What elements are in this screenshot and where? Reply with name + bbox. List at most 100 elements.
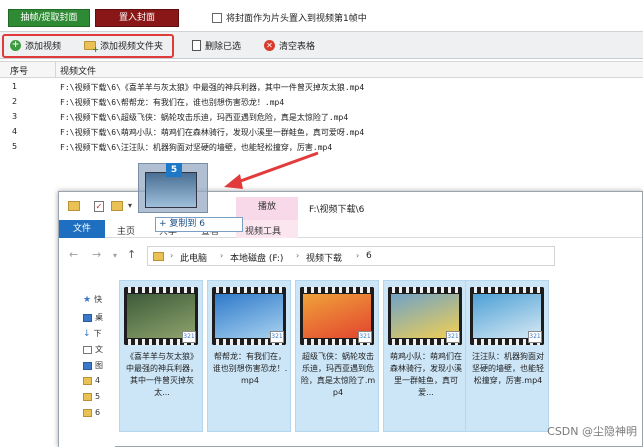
table-row[interactable]: 2 F:\视频下载\6\帮帮龙：有我们在，谁也别想伤害恐龙！.mp4 <box>0 95 643 110</box>
file-name: 帮帮龙：有我们在，谁也别想伤害恐龙！.mp4 <box>212 352 288 385</box>
nav-item-documents[interactable]: 文 <box>83 344 103 355</box>
column-header-no[interactable]: 序号 <box>10 64 28 77</box>
delete-doc-icon <box>192 40 201 51</box>
delete-selected-button[interactable]: 删除已选 <box>192 39 241 52</box>
breadcrumb-separator-icon[interactable]: › <box>170 251 173 260</box>
file-tile[interactable]: 321 汪汪队：机器狗面对坚硬的墙壁，也能轻松撞穿，厉害.mp4 <box>465 280 549 432</box>
file-name: 汪汪队：机器狗面对坚硬的墙壁，也能轻松撞穿，厉害.mp4 <box>472 352 544 385</box>
breadcrumb-separator-icon[interactable]: › <box>220 251 223 260</box>
mp4-file-icon: 321 <box>528 331 542 343</box>
add-video-folder-button[interactable]: 添加视频文件夹 <box>84 39 163 54</box>
copy-to-tooltip: + 复制到 6 <box>155 217 243 232</box>
address-row: ← → ▾ ↑ › 此电脑 › 本地磁盘 (F:) › 视频下载 › 6 <box>59 242 642 270</box>
mp4-file-icon: 321 <box>446 331 460 343</box>
file-tile[interactable]: 321 《喜羊羊与灰太狼》中最强的神兵利器，其中一件曾灭掉灰太... <box>119 280 203 432</box>
add-video-label: 添加视频 <box>25 42 62 52</box>
film-strip <box>124 287 198 293</box>
tab-file[interactable]: 文件 <box>59 220 105 238</box>
insert-cover-button[interactable]: 置入封面 <box>95 9 179 27</box>
window-title: F:\视频下载\6 <box>309 205 365 215</box>
video-thumbnail: 321 <box>470 287 544 345</box>
table-row[interactable]: 1 F:\视频下载\6\《喜羊羊与灰太狼》中最强的神兵利器，其中一件曾灭掉灰太狼… <box>0 80 643 95</box>
desktop-icon <box>83 313 92 322</box>
properties-icon[interactable]: ✓ <box>94 201 104 212</box>
nav-item-folder-6[interactable]: 6 <box>83 408 100 417</box>
picture-icon <box>83 361 92 370</box>
column-divider[interactable] <box>55 62 56 78</box>
cover-as-first-frame-label: 将封面作为片头置入到视频第1帧中 <box>226 14 367 24</box>
breadcrumb-this-pc[interactable]: 此电脑 <box>180 251 207 264</box>
tab-home[interactable]: 主页 <box>117 224 135 237</box>
cover-as-first-frame-checkbox[interactable] <box>212 12 222 23</box>
add-icon: + <box>10 40 21 51</box>
breadcrumb-drive[interactable]: 本地磁盘 (F:) <box>230 251 283 264</box>
watermark: CSDN @尘隐神明 <box>547 425 637 438</box>
new-folder-icon[interactable] <box>111 201 123 211</box>
row-number: 5 <box>12 142 18 151</box>
row-number: 2 <box>12 97 18 106</box>
back-arrow-icon[interactable]: ← <box>69 248 78 261</box>
folder-icon <box>83 376 92 385</box>
film-strip <box>300 287 374 293</box>
breadcrumb-video-downloads[interactable]: 视频下载 <box>306 251 342 264</box>
file-name: 超级飞侠：蜗轮攻击乐迪，玛西亚遇到危险，真是太惊险了.mp4 <box>300 352 376 397</box>
nav-item-downloads[interactable]: ↓ 下 <box>83 328 102 339</box>
mp4-file-icon: 321 <box>358 331 372 343</box>
film-strip <box>212 287 286 293</box>
nav-label: 桌 <box>95 313 103 322</box>
nav-item-pictures[interactable]: 图 <box>83 360 103 371</box>
file-tile[interactable]: 321 萌鸡小队：萌鸡们在森林骑行，发现小溪里一群鲑鱼，真可爱... <box>383 280 467 432</box>
nav-item-quick-access[interactable]: ★ 快 <box>83 294 102 305</box>
video-thumbnail: 321 <box>124 287 198 345</box>
nav-label: 5 <box>95 392 101 401</box>
top-bar: 抽帧/提取封面 置入封面 将封面作为片头置入到视频第1帧中 <box>0 0 643 30</box>
star-icon: ★ <box>83 294 92 305</box>
table-row[interactable]: 4 F:\视频下载\6\萌鸡小队：萌鸡们在森林骑行，发现小溪里一群鲑鱼，真可爱呀… <box>0 125 643 140</box>
table-header: 序号 视频文件 <box>0 62 643 78</box>
delete-selected-label: 删除已选 <box>205 42 242 52</box>
file-name: 《喜羊羊与灰太狼》中最强的神兵利器，其中一件曾灭掉灰太... <box>126 352 198 397</box>
clear-icon: ✕ <box>264 40 275 51</box>
row-number: 1 <box>12 82 18 91</box>
file-tile[interactable]: 321 超级飞侠：蜗轮攻击乐迪，玛西亚遇到危险，真是太惊险了.mp4 <box>295 280 379 432</box>
nav-label: 图 <box>95 361 103 370</box>
cover-as-first-frame-option[interactable]: 将封面作为片头置入到视频第1帧中 <box>212 11 367 24</box>
play-context-tab[interactable]: 播放 <box>236 197 298 220</box>
ribbon-tabs: 文件 主页 共享 查看 视频工具 <box>59 220 642 238</box>
clear-table-button[interactable]: ✕ 清空表格 <box>264 39 315 52</box>
drag-count-badge: 5 <box>166 163 182 177</box>
add-video-button[interactable]: + 添加视频 <box>10 39 61 52</box>
tab-video-tools[interactable]: 视频工具 <box>245 224 281 237</box>
nav-label: 下 <box>93 329 102 338</box>
row-file-path: F:\视频下载\6\帮帮龙：有我们在，谁也别想伤害恐龙！.mp4 <box>60 98 285 107</box>
table-row[interactable]: 3 F:\视频下载\6\超级飞侠：蜗轮攻击乐迪，玛西亚遇到危险，真是太惊险了.m… <box>0 110 643 125</box>
recent-dropdown-icon[interactable]: ▾ <box>113 251 117 260</box>
file-explorer-window[interactable]: ✓ ▾ 播放 F:\视频下载\6 文件 主页 共享 查看 视频工具 ← → ▾ … <box>58 191 643 447</box>
video-thumbnail: 321 <box>300 287 374 345</box>
breadcrumb-folder-6[interactable]: 6 <box>366 251 372 261</box>
breadcrumb-separator-icon[interactable]: › <box>296 251 299 260</box>
row-file-path: F:\视频下载\6\《喜羊羊与灰太狼》中最强的神兵利器，其中一件曾灭掉灰太狼.m… <box>60 83 365 92</box>
file-tile[interactable]: 321 帮帮龙：有我们在，谁也别想伤害恐龙！.mp4 <box>207 280 291 432</box>
breadcrumb-separator-icon[interactable]: › <box>356 251 359 260</box>
nav-item-folder-4[interactable]: 4 <box>83 376 100 385</box>
nav-label: 快 <box>94 295 103 304</box>
forward-arrow-icon[interactable]: → <box>92 248 101 261</box>
film-strip <box>470 287 544 293</box>
up-arrow-icon[interactable]: ↑ <box>127 248 136 261</box>
navigation-pane: ★ 快 桌 ↓ 下 文 图 4 5 6 <box>59 272 115 447</box>
extract-cover-button[interactable]: 抽帧/提取封面 <box>8 9 90 27</box>
nav-item-folder-5[interactable]: 5 <box>83 392 100 401</box>
clear-table-label: 清空表格 <box>279 42 316 52</box>
nav-item-desktop[interactable]: 桌 <box>83 312 103 323</box>
nav-label: 4 <box>95 376 101 385</box>
row-file-path: F:\视频下载\6\汪汪队：机器狗面对坚硬的墙壁，也能轻松撞穿，厉害.mp4 <box>60 143 333 152</box>
quick-access-dropdown-icon[interactable]: ▾ <box>128 201 132 210</box>
address-folder-icon <box>153 252 164 261</box>
address-bar[interactable]: › 此电脑 › 本地磁盘 (F:) › 视频下载 › 6 <box>147 246 555 266</box>
column-header-file[interactable]: 视频文件 <box>60 64 96 77</box>
folder-icon[interactable] <box>68 201 80 211</box>
table-row[interactable]: 5 F:\视频下载\6\汪汪队：机器狗面对坚硬的墙壁，也能轻松撞穿，厉害.mp4 <box>0 140 643 155</box>
folder-icon <box>83 392 92 401</box>
row-number: 3 <box>12 112 18 121</box>
